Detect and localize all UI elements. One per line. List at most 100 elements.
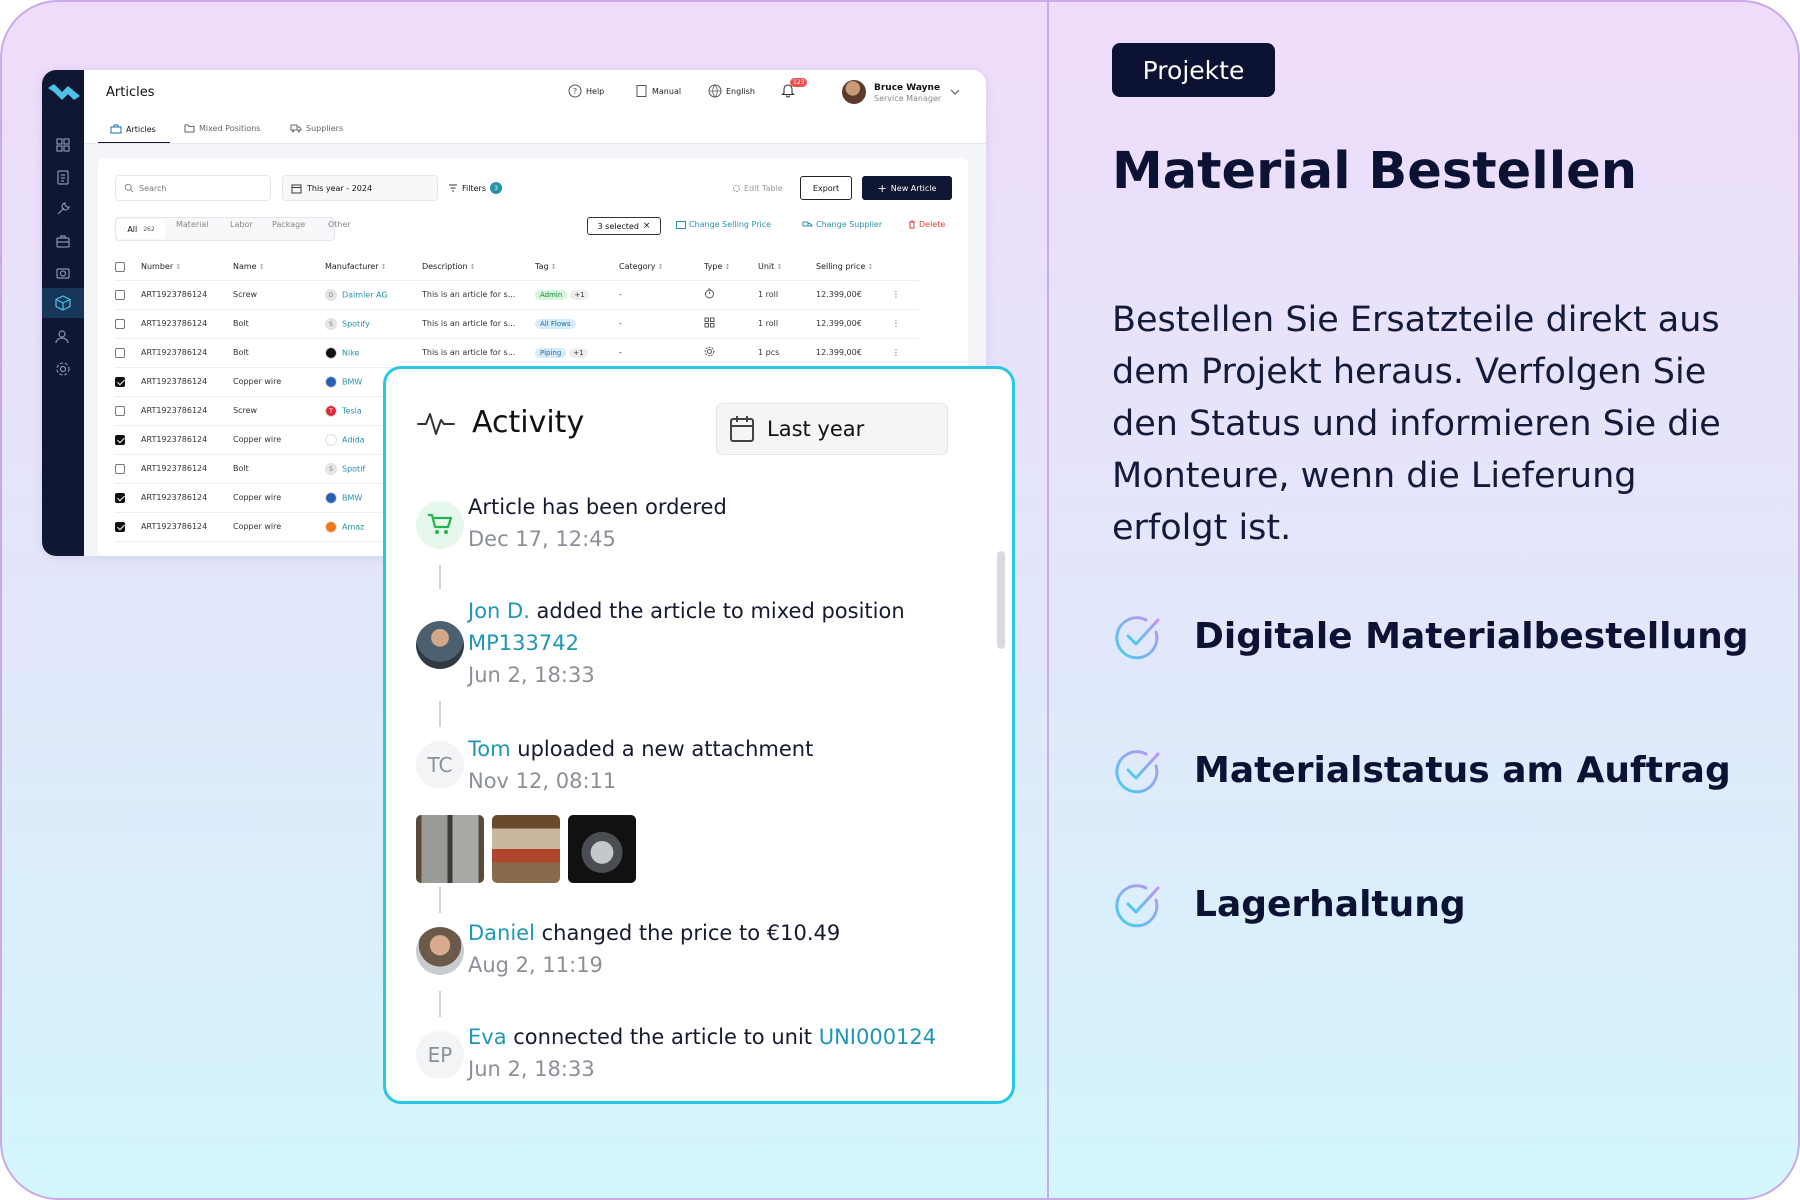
table-row[interactable]: ART1923786124 Screw D Daimler AG This is an … xyxy=(115,280,919,310)
date-range-select[interactable]: This year - 2024 xyxy=(282,175,438,201)
manufacturer-link[interactable]: Spotif xyxy=(342,464,365,473)
manufacturer-link[interactable]: Spotify xyxy=(342,319,370,328)
row-select-cell[interactable] xyxy=(115,425,141,455)
actor-link[interactable]: Jon D. xyxy=(468,599,530,623)
users-icon[interactable] xyxy=(54,328,72,346)
manufacturer-link[interactable]: Daimler AG xyxy=(342,290,388,299)
column-header[interactable]: Name xyxy=(233,254,325,281)
row-checkbox[interactable] xyxy=(115,347,125,358)
filters-button[interactable]: Filters 3 xyxy=(448,178,502,198)
help-link[interactable]: ? Help xyxy=(568,84,604,98)
row-select-cell[interactable] xyxy=(115,483,141,513)
mixed-position-link[interactable]: MP133742 xyxy=(468,631,579,655)
row-select-cell[interactable] xyxy=(115,512,141,542)
row-checkbox[interactable] xyxy=(115,521,125,532)
row-checkbox[interactable] xyxy=(115,318,125,329)
selection-chip[interactable]: 3 selected × xyxy=(587,217,661,235)
new-article-button[interactable]: + New Article xyxy=(862,176,952,200)
manufacturer-link[interactable]: Amaz xyxy=(342,522,364,531)
change-supplier-button[interactable]: Change Supplier xyxy=(802,220,882,229)
row-select-cell[interactable] xyxy=(115,280,141,310)
filter-tab-other[interactable]: Other xyxy=(328,220,351,229)
user-menu[interactable]: Bruce Wayne Service Manager xyxy=(842,80,961,104)
manufacturer-link[interactable]: Adida xyxy=(342,435,365,444)
row-checkbox[interactable] xyxy=(115,434,125,445)
column-header[interactable]: Category xyxy=(619,254,704,281)
attachment-thumbnail-elevator[interactable] xyxy=(416,815,484,883)
attachment-thumbnail-engine[interactable] xyxy=(568,815,636,883)
tab-mixed-positions[interactable]: Mixed Positions xyxy=(184,124,260,133)
column-header[interactable]: Manufacturer xyxy=(325,254,422,281)
tab-articles[interactable]: Articles xyxy=(110,124,156,134)
camera-icon[interactable] xyxy=(54,264,72,282)
row-checkbox[interactable] xyxy=(115,405,125,416)
attachment-thumbnail-cables[interactable] xyxy=(492,815,560,883)
search-input[interactable]: Search xyxy=(115,175,271,201)
filter-tab-all[interactable]: All 262 xyxy=(117,219,165,239)
wrench-icon[interactable] xyxy=(54,200,72,218)
column-header[interactable]: Description xyxy=(422,254,535,281)
close-icon[interactable]: × xyxy=(643,221,651,231)
manufacturer-link[interactable]: Tesla xyxy=(342,406,362,415)
more-vertical-icon[interactable]: ⋮ xyxy=(892,290,900,299)
manufacturer-logo-icon: D xyxy=(325,288,337,301)
row-menu-cell[interactable]: ⋮ xyxy=(892,309,919,339)
period-select[interactable]: Last year xyxy=(716,403,948,455)
row-select-cell[interactable] xyxy=(115,454,141,484)
row-checkbox[interactable] xyxy=(115,492,125,503)
filter-tab-package[interactable]: Package xyxy=(272,220,305,229)
tab-suppliers[interactable]: Suppliers xyxy=(290,124,343,133)
filter-tab-labor[interactable]: Labor xyxy=(230,220,253,229)
row-select-cell[interactable] xyxy=(115,396,141,426)
language-select[interactable]: English xyxy=(708,84,755,98)
manufacturer-link[interactable]: BMW xyxy=(342,377,362,386)
row-checkbox[interactable] xyxy=(115,463,125,474)
row-checkbox[interactable] xyxy=(115,376,125,387)
column-header[interactable]: Number xyxy=(141,254,233,281)
scrollbar[interactable] xyxy=(997,551,1005,649)
more-vertical-icon[interactable]: ⋮ xyxy=(892,348,900,357)
more-vertical-icon[interactable]: ⋮ xyxy=(892,319,900,328)
actor-link[interactable]: Tom xyxy=(468,737,511,761)
row-select-cell[interactable] xyxy=(115,309,141,339)
tag-badge: All Flows xyxy=(535,318,576,329)
row-menu-cell[interactable]: ⋮ xyxy=(892,280,919,310)
export-button[interactable]: Export xyxy=(800,176,852,200)
edit-table-button[interactable]: Edit Table xyxy=(732,178,783,198)
row-select-cell[interactable] xyxy=(115,367,141,397)
name-cell: Copper wire xyxy=(233,483,325,513)
actor-link[interactable]: Eva xyxy=(468,1025,507,1049)
intro-text: Bestellen Sie Ersatzteile direkt aus dem… xyxy=(1112,300,1721,548)
manual-link[interactable]: Manual xyxy=(634,84,681,98)
notifications-button[interactable]: 123 xyxy=(780,78,808,98)
unit-link[interactable]: UNI000124 xyxy=(819,1025,936,1049)
briefcase-icon[interactable] xyxy=(54,232,72,250)
actor-link[interactable]: Daniel xyxy=(468,921,535,945)
clipboard-icon[interactable] xyxy=(54,168,72,186)
feature-label: Lagerhaltung xyxy=(1194,883,1466,925)
truck-icon xyxy=(290,124,302,133)
table-row[interactable]: ART1923786124 Bolt S Spotify This is an arti… xyxy=(115,309,919,339)
filter-tab-material[interactable]: Material xyxy=(176,220,209,229)
column-header[interactable]: Tag xyxy=(535,254,619,281)
row-select-cell[interactable] xyxy=(115,338,141,368)
dashboard-icon[interactable] xyxy=(54,136,72,154)
settings-icon[interactable] xyxy=(54,360,72,378)
column-header[interactable]: Unit xyxy=(758,254,816,281)
table-row[interactable]: ART1923786124 Bolt Nike This is an article … xyxy=(115,338,919,368)
select-all-cell[interactable] xyxy=(115,254,141,281)
row-menu-cell[interactable]: ⋮ xyxy=(892,338,919,368)
help-label: Help xyxy=(586,86,605,96)
change-selling-price-button[interactable]: Change Selling Price xyxy=(676,220,771,229)
select-all-checkbox[interactable] xyxy=(115,261,125,272)
sidebar-item-articles[interactable] xyxy=(42,288,84,318)
row-checkbox[interactable] xyxy=(115,289,125,300)
manufacturer-link[interactable]: BMW xyxy=(342,493,362,502)
manufacturer-logo-icon: T xyxy=(325,404,337,417)
activity-text: Jon D. added the article to mixed positi… xyxy=(468,595,948,659)
feature-label: Materialstatus am Auftrag xyxy=(1194,749,1731,791)
column-header[interactable]: Type xyxy=(704,254,758,281)
column-header[interactable]: Selling price xyxy=(816,254,892,281)
manufacturer-link[interactable]: Nike xyxy=(342,348,359,357)
delete-button[interactable]: Delete xyxy=(908,220,945,229)
